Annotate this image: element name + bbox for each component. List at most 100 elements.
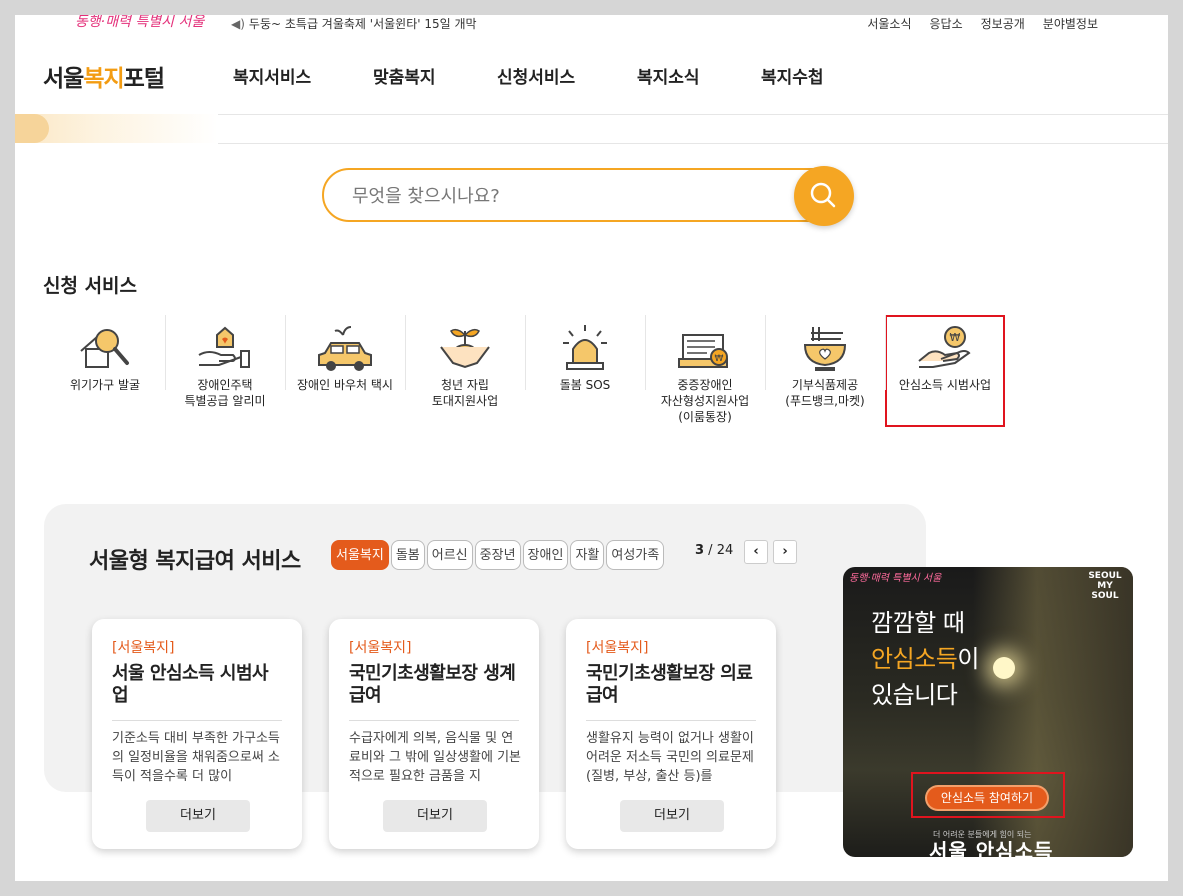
taxi-icon xyxy=(318,326,372,371)
notice-text[interactable]: 두둥~ 초특급 겨울축제 '서울윈타' 15일 개막 xyxy=(249,17,477,31)
card-tag: [서울복지] xyxy=(586,640,649,656)
banner-brand-mark: SEOUL MY SOUL xyxy=(1088,571,1122,601)
card-description: 생활유지 능력이 없거나 생활이 어려운 저소득 국민의 의료문제(질병, 부상… xyxy=(586,731,754,784)
main-nav: 복지서비스 맞춤복지 신청서비스 복지소식 복지수첩 xyxy=(233,63,871,88)
tab-senior[interactable]: 어르신 xyxy=(426,540,473,570)
card-divider xyxy=(112,720,282,721)
card-title[interactable]: 서울 안심소득 시범사업 xyxy=(112,663,284,707)
service-label: 청년 자립 토대지원사업 xyxy=(431,378,499,408)
page: 동행·매력 특별시 서울 ◀) 두둥~ 초특급 겨울축제 '서울윈타' 15일 개… xyxy=(15,15,1168,881)
food-bowl-icon xyxy=(803,327,847,371)
service-safe-income-pilot[interactable]: ₩ 안심소득 시범사업 xyxy=(885,315,1005,427)
banner-headline-3: 있습니다 xyxy=(871,681,958,709)
service-label: 기부식품제공 (푸드뱅크,마켓) xyxy=(785,378,865,408)
page-current: 3 xyxy=(695,543,705,558)
page-separator: / xyxy=(704,543,717,558)
logo-text-pre: 서울 xyxy=(43,66,84,92)
service-label: 중증장애인 자산형성지원사업 (이룸통장) xyxy=(660,378,750,424)
search-button[interactable] xyxy=(794,166,854,226)
util-link-news[interactable]: 서울소식 xyxy=(867,15,911,32)
benefit-title: 서울형 복지급여 서비스 xyxy=(89,549,301,574)
card-description: 기준소득 대비 부족한 가구소득의 일정비율을 채워줌으로써 소득이 적을수록 … xyxy=(112,731,280,784)
service-label: 장애인주택 특별공급 알리미 xyxy=(184,378,266,408)
nav-welfare-handbook[interactable]: 복지수첩 xyxy=(761,63,871,88)
page-indicator: 3 / 24 xyxy=(695,543,733,558)
svg-text:₩: ₩ xyxy=(715,354,724,364)
hand-house-icon xyxy=(198,326,250,368)
chevron-right-icon: › xyxy=(782,544,788,559)
logo-text-post: 포털 xyxy=(123,66,165,92)
benefit-tabs: 서울복지 돌봄 어르신 중장년 장애인 자활 여성가족 xyxy=(331,540,665,570)
more-button[interactable]: 더보기 xyxy=(620,800,724,832)
page-total: 24 xyxy=(716,543,734,558)
card-tag: [서울복지] xyxy=(349,640,412,656)
tab-seoul-welfare[interactable]: 서울복지 xyxy=(331,540,389,570)
banner-headline-2: 안심소득이 xyxy=(871,639,979,674)
speaker-icon: ◀) xyxy=(231,17,245,31)
hand-coin-icon: ₩ xyxy=(918,326,971,368)
siren-icon xyxy=(563,325,607,370)
prev-button[interactable]: ‹ xyxy=(744,540,768,564)
benefit-card[interactable]: [서울복지] 국민기초생활보장 의료급여 생활유지 능력이 없거나 생활이 어려… xyxy=(566,619,776,849)
bankbook-icon: ₩ xyxy=(678,334,728,368)
next-button[interactable]: › xyxy=(773,540,797,564)
tab-care[interactable]: 돌봄 xyxy=(390,540,425,570)
tab-self-support[interactable]: 자활 xyxy=(570,540,605,570)
service-care-sos[interactable]: 돌봄 SOS xyxy=(525,315,645,427)
sprout-hands-icon xyxy=(440,328,490,369)
banner-program-name: 서울 안심소득 xyxy=(929,839,1054,857)
safe-income-banner[interactable]: 동행·매력 특별시 서울 SEOUL MY SOUL 깜깜할 때 안심소득이 있… xyxy=(843,567,1133,857)
header-divider-lower xyxy=(218,143,1168,144)
nav-welfare-service[interactable]: 복지서비스 xyxy=(233,63,373,88)
card-tag: [서울복지] xyxy=(112,640,175,656)
util-link-eungdapso[interactable]: 응답소 xyxy=(930,15,963,32)
nav-custom-welfare[interactable]: 맞춤복지 xyxy=(373,63,497,88)
join-safe-income-button[interactable]: 안심소득 참여하기 xyxy=(927,787,1047,809)
service-label: 장애인 바우처 택시 xyxy=(297,378,393,392)
card-title[interactable]: 국민기초생활보장 의료급여 xyxy=(586,663,758,707)
banner-seoul-logo: 동행·매력 특별시 서울 xyxy=(849,573,942,584)
card-description: 수급자에게 의복, 음식물 및 연료비와 그 밖에 일상생활에 기본적으로 필요… xyxy=(349,731,521,784)
apply-service-title: 신청 서비스 xyxy=(43,275,138,297)
seoul-slogan-logo[interactable]: 동행·매력 특별시 서울 xyxy=(75,15,204,31)
search-icon xyxy=(810,182,836,208)
service-label: 안심소득 시범사업 xyxy=(898,378,992,392)
card-title[interactable]: 국민기초생활보장 생계급여 xyxy=(349,663,521,707)
apply-service-list: 위기가구 발굴 장애인주택 특별공급 알리미 장애인 바우처 택시 청년 자립 … xyxy=(45,315,1005,427)
nav-welfare-news[interactable]: 복지소식 xyxy=(637,63,761,88)
service-disabled-housing[interactable]: 장애인주택 특별공급 알리미 xyxy=(165,315,285,427)
notice-ticker[interactable]: ◀) 두둥~ 초특급 겨울축제 '서울윈타' 15일 개막 xyxy=(231,15,477,32)
benefit-card[interactable]: [서울복지] 서울 안심소득 시범사업 기준소득 대비 부족한 가구소득의 일정… xyxy=(92,619,302,849)
utility-nav: 서울소식 응답소 정보공개 분야별정보 xyxy=(867,15,1098,32)
util-link-field-info[interactable]: 분야별정보 xyxy=(1043,15,1098,32)
service-crisis-household[interactable]: 위기가구 발굴 xyxy=(45,315,165,427)
more-button[interactable]: 더보기 xyxy=(146,800,250,832)
tab-women-family[interactable]: 여성가족 xyxy=(606,540,665,570)
more-button[interactable]: 더보기 xyxy=(383,800,487,832)
logo-text-highlight: 복지 xyxy=(83,66,124,92)
banner-headline-1: 깜깜할 때 xyxy=(871,609,965,637)
service-disabled-taxi[interactable]: 장애인 바우처 택시 xyxy=(285,315,405,427)
header-decoration-band xyxy=(15,114,218,143)
magnifier-house-icon xyxy=(80,329,129,368)
search-box xyxy=(322,168,850,222)
service-youth-independence[interactable]: 청년 자립 토대지원사업 xyxy=(405,315,525,427)
service-food-bank[interactable]: 기부식품제공 (푸드뱅크,마켓) xyxy=(765,315,885,427)
service-severe-disabled-asset[interactable]: ₩ 중증장애인 자산형성지원사업 (이룸통장) xyxy=(645,315,765,427)
banner-streetlight xyxy=(993,657,1015,679)
tab-middle-age[interactable]: 중장년 xyxy=(474,540,521,570)
top-utility-bar: 동행·매력 특별시 서울 ◀) 두둥~ 초특급 겨울축제 '서울윈타' 15일 개… xyxy=(15,15,1168,35)
service-label: 위기가구 발굴 xyxy=(69,378,141,392)
service-label: 돌봄 SOS xyxy=(559,378,611,392)
card-divider xyxy=(349,720,519,721)
chevron-left-icon: ‹ xyxy=(753,544,759,559)
benefit-card[interactable]: [서울복지] 국민기초생활보장 생계급여 수급자에게 의복, 음식물 및 연료비… xyxy=(329,619,539,849)
banner-headline-highlight: 안심소득 xyxy=(871,645,958,673)
site-logo[interactable]: 서울복지포털 xyxy=(43,59,165,93)
search-input[interactable] xyxy=(350,182,774,210)
util-link-info-open[interactable]: 정보공개 xyxy=(981,15,1025,32)
banner-headline-suffix: 이 xyxy=(957,645,979,673)
nav-apply-service[interactable]: 신청서비스 xyxy=(497,63,637,88)
svg-text:₩: ₩ xyxy=(950,331,961,344)
tab-disabled[interactable]: 장애인 xyxy=(522,540,569,570)
